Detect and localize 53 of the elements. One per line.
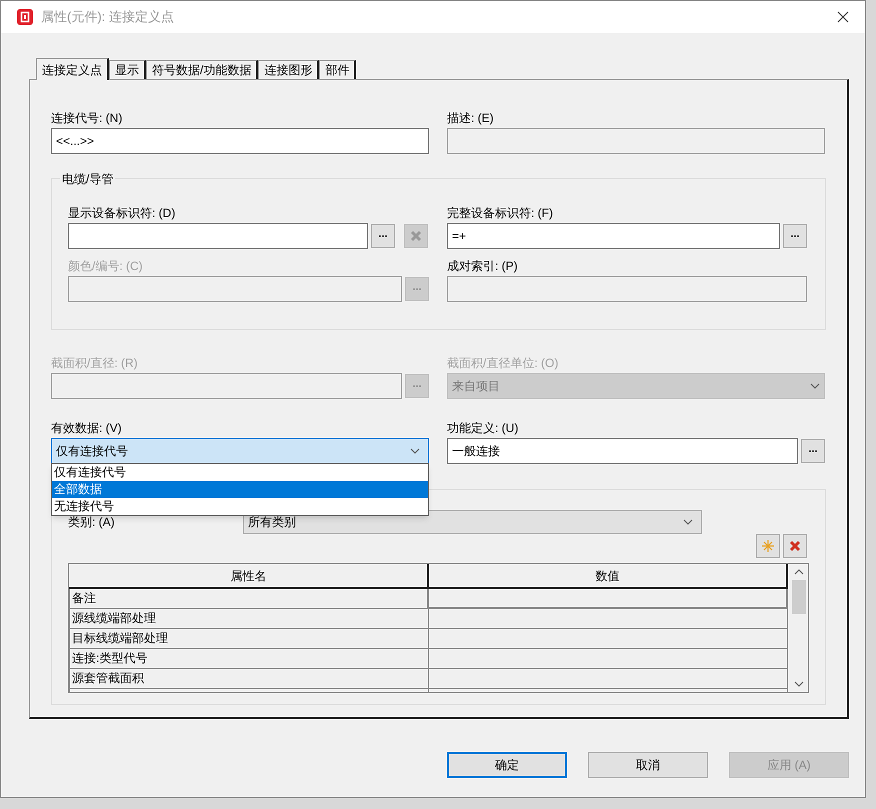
chevron-down-icon (410, 448, 420, 454)
tab[interactable]: 部件 (319, 60, 356, 79)
field-label: 成对索引: (P) (447, 258, 519, 275)
text-field[interactable] (447, 276, 807, 302)
browse-button[interactable]: ... (801, 439, 825, 463)
table-cell: 源线缆端部处理 (70, 608, 428, 628)
text-field[interactable]: 一般连接 (447, 438, 798, 464)
close-icon[interactable] (837, 11, 849, 23)
field-label: 截面积/直径单位: (O) (447, 355, 560, 372)
field-label: 显示设备标识符: (D) (68, 205, 176, 222)
dropdown-option[interactable]: 仅有连接代号 (52, 464, 428, 481)
tab[interactable]: 连接定义点 (36, 58, 109, 80)
delete-icon (789, 540, 801, 552)
field-label: 描述: (E) (447, 110, 495, 127)
field-label: 有效数据: (V) (51, 420, 123, 437)
scroll-thumb[interactable] (792, 580, 806, 614)
browse-button[interactable]: ... (371, 224, 395, 248)
dialog-button[interactable]: 确定 (447, 752, 567, 778)
text-field[interactable] (68, 276, 402, 302)
new-button[interactable] (756, 534, 780, 558)
close-icon (410, 230, 422, 242)
field-label: 完整设备标识符: (F) (447, 205, 554, 222)
delete-button[interactable] (783, 534, 807, 558)
table-cell: 源套管截面积 (70, 668, 428, 688)
text-field[interactable]: =+ (447, 223, 780, 249)
text-field[interactable]: <<...>> (51, 128, 429, 154)
sparkle-icon (762, 540, 774, 552)
chevron-down-icon (810, 383, 820, 389)
text-field[interactable] (51, 373, 402, 399)
chevron-down-icon (683, 519, 693, 525)
app-logo-icon (17, 9, 33, 25)
browse-button[interactable]: ... (783, 224, 807, 248)
table-cell: 目标线缆端部处理 (70, 628, 428, 648)
table-cell: 连接:类型代号 (70, 648, 428, 668)
category-dropdown[interactable]: 所有类别 (243, 510, 702, 534)
dialog-button[interactable]: 取消 (588, 752, 708, 778)
field-label: 颜色/编号: (C) (68, 258, 144, 275)
column-header: 属性名 (70, 564, 428, 588)
field-label: 连接代号: (N) (51, 110, 124, 127)
tab[interactable]: 显示 (109, 60, 146, 79)
window-title: 属性(元件): 连接定义点 (41, 8, 175, 26)
table-cell: 备注 (70, 588, 428, 608)
dropdown-option[interactable]: 全部数据 (52, 481, 428, 498)
tab[interactable]: 符号数据/功能数据 (146, 60, 258, 79)
field-label: 类别: (A) (68, 514, 116, 531)
field-label: 截面积/直径: (R) (51, 355, 139, 372)
tab[interactable]: 连接图形 (258, 60, 320, 79)
text-field[interactable] (447, 128, 825, 154)
field-label: 功能定义: (U) (447, 420, 520, 437)
column-header: 数值 (428, 564, 787, 588)
group-title: 电缆/导管 (60, 170, 116, 188)
valid-data-dropdown[interactable]: 仅有连接代号 (51, 438, 429, 464)
text-field[interactable] (68, 223, 368, 249)
